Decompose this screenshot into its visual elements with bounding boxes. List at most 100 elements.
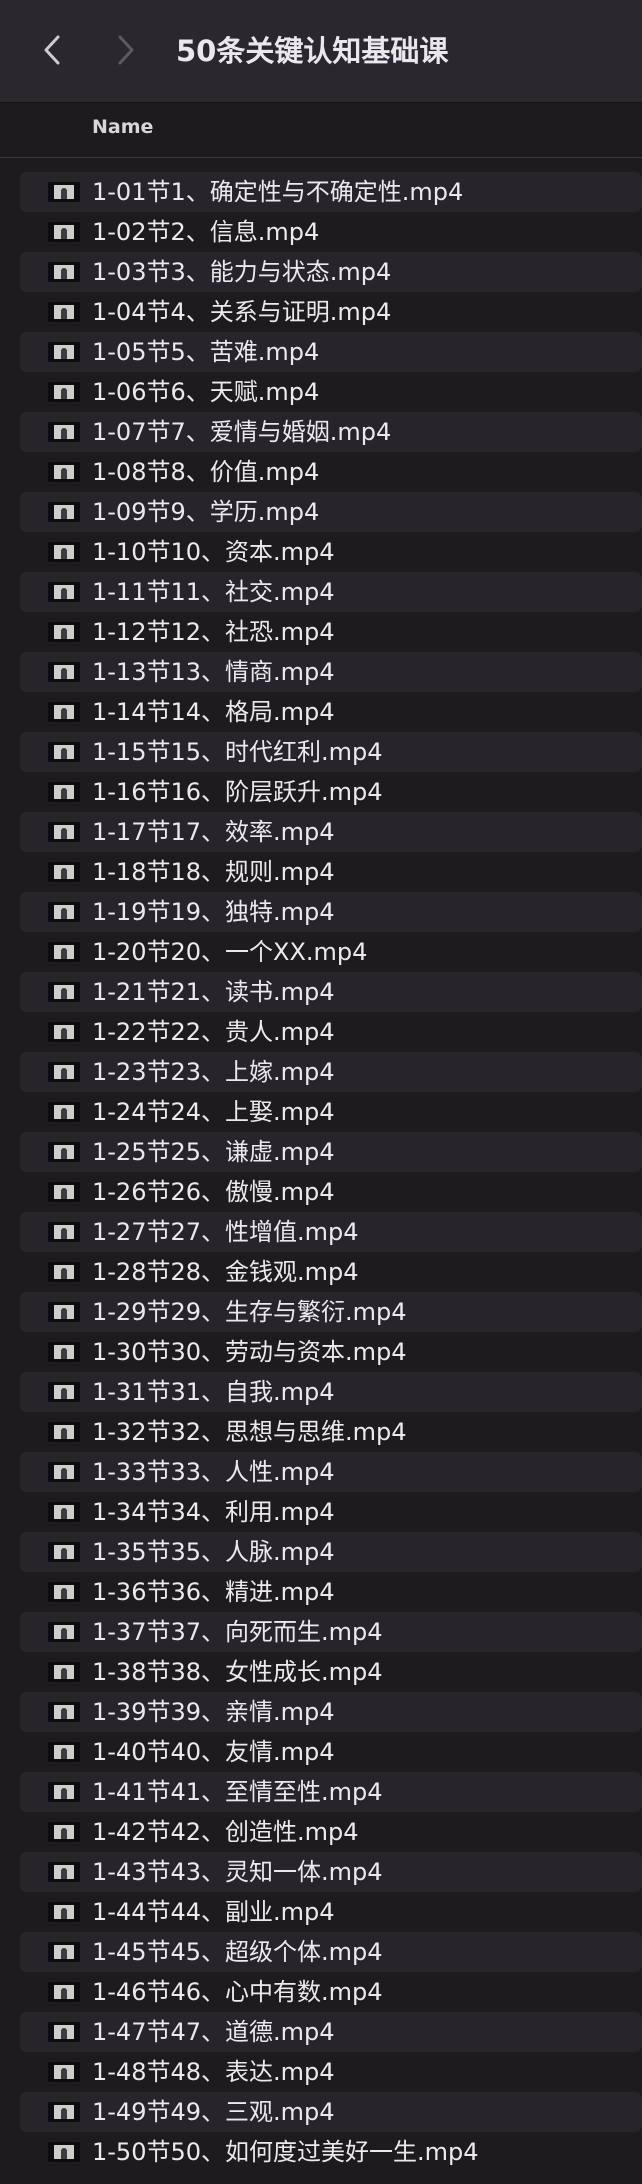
file-row[interactable]: 1-37节37、向死而生.mp4 <box>20 1612 642 1652</box>
back-button[interactable] <box>30 28 74 72</box>
video-thumbnail-icon <box>48 382 80 402</box>
video-thumbnail-icon <box>48 1702 80 1722</box>
file-row[interactable]: 1-23节23、上嫁.mp4 <box>20 1052 642 1092</box>
file-name: 1-40节40、友情.mp4 <box>92 1738 335 1766</box>
chevron-left-icon <box>44 35 60 65</box>
file-row[interactable]: 1-34节34、利用.mp4 <box>0 1492 642 1532</box>
file-row[interactable]: 1-04节4、关系与证明.mp4 <box>0 292 642 332</box>
file-name: 1-02节2、信息.mp4 <box>92 218 320 246</box>
thumbnail-figure <box>61 388 67 399</box>
file-row[interactable]: 1-05节5、苦难.mp4 <box>20 332 642 372</box>
video-thumbnail-icon <box>48 2022 80 2042</box>
thumbnail-figure <box>61 268 67 279</box>
file-row[interactable]: 1-02节2、信息.mp4 <box>0 212 642 252</box>
file-row[interactable]: 1-13节13、情商.mp4 <box>20 652 642 692</box>
thumbnail-figure <box>61 1428 67 1439</box>
file-name: 1-46节46、心中有数.mp4 <box>92 1978 383 2006</box>
file-row[interactable]: 1-31节31、自我.mp4 <box>20 1372 642 1412</box>
file-row[interactable]: 1-28节28、金钱观.mp4 <box>0 1252 642 1292</box>
file-row[interactable]: 1-03节3、能力与状态.mp4 <box>20 252 642 292</box>
file-name: 1-30节30、劳动与资本.mp4 <box>92 1338 407 1366</box>
file-row[interactable]: 1-42节42、创造性.mp4 <box>0 1812 642 1852</box>
file-row[interactable]: 1-49节49、三观.mp4 <box>20 2092 642 2132</box>
file-row[interactable]: 1-44节44、副业.mp4 <box>0 1892 642 1932</box>
video-thumbnail-icon <box>48 262 80 282</box>
file-row[interactable]: 1-29节29、生存与繁衍.mp4 <box>20 1292 642 1332</box>
thumbnail-figure <box>61 1628 67 1639</box>
file-row[interactable]: 1-33节33、人性.mp4 <box>20 1452 642 1492</box>
file-row[interactable]: 1-10节10、资本.mp4 <box>0 532 642 572</box>
file-row[interactable]: 1-36节36、精进.mp4 <box>0 1572 642 1612</box>
file-row[interactable]: 1-43节43、灵知一体.mp4 <box>20 1852 642 1892</box>
thumbnail-figure <box>61 2068 67 2079</box>
file-list: 1-01节1、确定性与不确定性.mp4 1-02节2、信息.mp4 1-03节3、能… <box>0 172 642 2172</box>
video-thumbnail-icon <box>48 862 80 882</box>
file-row[interactable]: 1-30节30、劳动与资本.mp4 <box>0 1332 642 1372</box>
file-row[interactable]: 1-39节39、亲情.mp4 <box>20 1692 642 1732</box>
thumbnail-figure <box>61 1588 67 1599</box>
file-row[interactable]: 1-38节38、女性成长.mp4 <box>0 1652 642 1692</box>
video-thumbnail-icon <box>48 1902 80 1922</box>
thumbnail-figure <box>61 788 67 799</box>
forward-button[interactable] <box>104 28 148 72</box>
file-row[interactable]: 1-17节17、效率.mp4 <box>20 812 642 852</box>
file-row[interactable]: 1-41节41、至情至性.mp4 <box>20 1772 642 1812</box>
file-name: 1-22节22、贵人.mp4 <box>92 1018 335 1046</box>
file-name: 1-03节3、能力与状态.mp4 <box>92 258 392 286</box>
video-thumbnail-icon <box>48 1102 80 1122</box>
file-row[interactable]: 1-19节19、独特.mp4 <box>20 892 642 932</box>
file-name: 1-19节19、独特.mp4 <box>92 898 335 926</box>
file-name: 1-32节32、思想与思维.mp4 <box>92 1418 407 1446</box>
file-row[interactable]: 1-35节35、人脉.mp4 <box>20 1532 642 1572</box>
file-name: 1-11节11、社交.mp4 <box>92 578 335 606</box>
file-row[interactable]: 1-25节25、谦虚.mp4 <box>20 1132 642 1172</box>
video-thumbnail-icon <box>48 822 80 842</box>
file-row[interactable]: 1-47节47、道德.mp4 <box>20 2012 642 2052</box>
file-row[interactable]: 1-46节46、心中有数.mp4 <box>0 1972 642 2012</box>
file-row[interactable]: 1-09节9、学历.mp4 <box>20 492 642 532</box>
file-row[interactable]: 1-16节16、阶层跃升.mp4 <box>0 772 642 812</box>
file-row[interactable]: 1-24节24、上娶.mp4 <box>0 1092 642 1132</box>
thumbnail-figure <box>61 1388 67 1399</box>
name-column-header[interactable]: Name <box>92 116 153 138</box>
thumbnail-figure <box>61 1708 67 1719</box>
thumbnail-figure <box>61 2148 67 2159</box>
thumbnail-figure <box>61 508 67 519</box>
file-row[interactable]: 1-14节14、格局.mp4 <box>0 692 642 732</box>
thumbnail-figure <box>61 1948 67 1959</box>
file-row[interactable]: 1-27节27、性增值.mp4 <box>20 1212 642 1252</box>
thumbnail-figure <box>61 1748 67 1759</box>
file-row[interactable]: 1-01节1、确定性与不确定性.mp4 <box>20 172 642 212</box>
video-thumbnail-icon <box>48 1382 80 1402</box>
file-row[interactable]: 1-07节7、爱情与婚姻.mp4 <box>20 412 642 452</box>
file-row[interactable]: 1-21节21、读书.mp4 <box>20 972 642 1012</box>
file-name: 1-10节10、资本.mp4 <box>92 538 335 566</box>
file-row[interactable]: 1-15节15、时代红利.mp4 <box>20 732 642 772</box>
file-row[interactable]: 1-20节20、一个XX.mp4 <box>0 932 642 972</box>
file-name: 1-33节33、人性.mp4 <box>92 1458 335 1486</box>
file-name: 1-07节7、爱情与婚姻.mp4 <box>92 418 392 446</box>
file-row[interactable]: 1-50节50、如何度过美好一生.mp4 <box>0 2132 642 2172</box>
video-thumbnail-icon <box>48 1142 80 1162</box>
file-name: 1-38节38、女性成长.mp4 <box>92 1658 383 1686</box>
file-row[interactable]: 1-26节26、傲慢.mp4 <box>0 1172 642 1212</box>
file-row[interactable]: 1-22节22、贵人.mp4 <box>0 1012 642 1052</box>
video-thumbnail-icon <box>48 1262 80 1282</box>
thumbnail-figure <box>61 588 67 599</box>
file-row[interactable]: 1-18节18、规则.mp4 <box>0 852 642 892</box>
file-row[interactable]: 1-40节40、友情.mp4 <box>0 1732 642 1772</box>
video-thumbnail-icon <box>48 742 80 762</box>
file-row[interactable]: 1-48节48、表达.mp4 <box>0 2052 642 2092</box>
thumbnail-figure <box>61 348 67 359</box>
file-name: 1-18节18、规则.mp4 <box>92 858 335 886</box>
file-row[interactable]: 1-12节12、社恐.mp4 <box>0 612 642 652</box>
video-thumbnail-icon <box>48 622 80 642</box>
file-row[interactable]: 1-08节8、价值.mp4 <box>0 452 642 492</box>
file-row[interactable]: 1-11节11、社交.mp4 <box>20 572 642 612</box>
file-row[interactable]: 1-45节45、超级个体.mp4 <box>20 1932 642 1972</box>
file-row[interactable]: 1-06节6、天赋.mp4 <box>0 372 642 412</box>
column-header: Name <box>0 103 642 158</box>
file-row[interactable]: 1-32节32、思想与思维.mp4 <box>0 1412 642 1452</box>
thumbnail-figure <box>61 1268 67 1279</box>
thumbnail-figure <box>61 1988 67 1999</box>
